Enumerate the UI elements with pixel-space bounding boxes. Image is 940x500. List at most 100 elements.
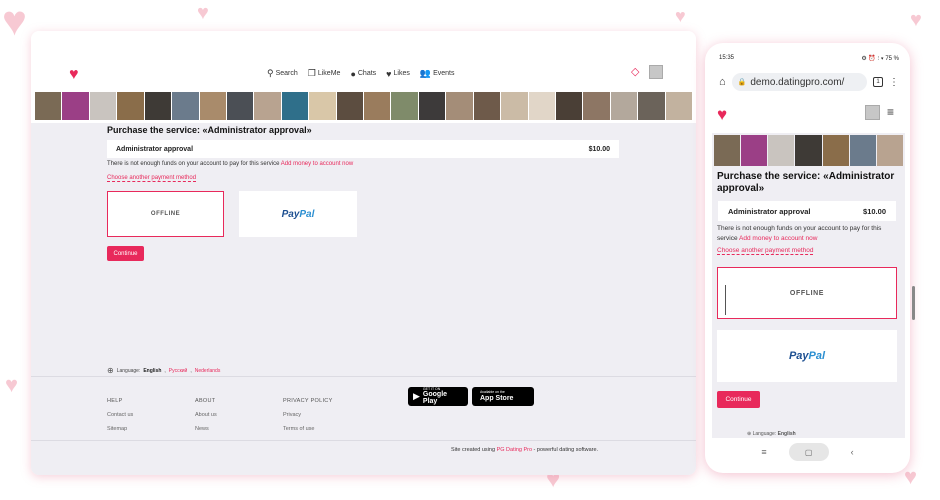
member-photo[interactable] bbox=[281, 92, 309, 120]
footer-link[interactable]: Terms of use bbox=[283, 422, 333, 436]
hamburger-menu-icon[interactable]: ≡ bbox=[887, 105, 894, 119]
member-photo[interactable] bbox=[849, 135, 876, 166]
member-photo[interactable] bbox=[473, 92, 501, 120]
member-photo[interactable] bbox=[418, 92, 446, 120]
member-photo[interactable] bbox=[226, 92, 254, 120]
member-photo[interactable] bbox=[768, 135, 795, 166]
member-photo[interactable] bbox=[638, 92, 665, 120]
member-photo[interactable] bbox=[822, 135, 849, 166]
member-photo[interactable] bbox=[35, 92, 62, 120]
status-time: 15:35 bbox=[719, 55, 735, 61]
member-photo[interactable] bbox=[391, 92, 418, 120]
member-photo[interactable] bbox=[665, 92, 693, 120]
credit-link[interactable]: PG Dating Pro bbox=[497, 447, 532, 453]
avatar[interactable] bbox=[865, 105, 880, 120]
language-selector: ⊕ Language: English, Русский, Nederlands bbox=[107, 366, 220, 375]
member-photo[interactable] bbox=[336, 92, 364, 120]
member-photo[interactable] bbox=[144, 92, 172, 120]
member-photo[interactable] bbox=[62, 92, 89, 120]
member-photo[interactable] bbox=[556, 92, 583, 120]
member-photo-strip bbox=[35, 92, 693, 120]
choose-payment-method-link[interactable]: Choose another payment method bbox=[107, 175, 197, 182]
language-option[interactable]: Русский bbox=[169, 368, 188, 374]
member-photo[interactable] bbox=[876, 135, 903, 166]
footer-heading: PRIVACY POLICY bbox=[283, 398, 333, 404]
purchase-page-mobile: Purchase the service: «Administrator app… bbox=[712, 133, 905, 438]
member-photo[interactable] bbox=[172, 92, 199, 120]
member-photo[interactable] bbox=[446, 92, 473, 120]
url-field[interactable]: 🔒 demo.datingpro.com/ bbox=[731, 73, 867, 91]
tabs-button[interactable]: 1 bbox=[873, 77, 883, 87]
paypal-payment-option[interactable]: PayPal bbox=[717, 330, 897, 382]
member-photo[interactable] bbox=[364, 92, 391, 120]
more-menu-icon[interactable]: ⋮ bbox=[889, 77, 899, 88]
offline-payment-option[interactable]: OFFLINE bbox=[107, 191, 224, 237]
footer-link[interactable]: About us bbox=[195, 408, 217, 422]
footer-link[interactable]: News bbox=[195, 422, 217, 436]
language-selector-cut: ⊕ Language: English bbox=[747, 431, 796, 437]
continue-button[interactable]: Continue bbox=[107, 246, 144, 261]
language-label: Language: bbox=[752, 431, 777, 437]
footer-link[interactable]: Sitemap bbox=[107, 422, 133, 436]
member-photo[interactable] bbox=[610, 92, 638, 120]
status-icons: ⚙ ⏰ ⫶ ▾ 75 % bbox=[861, 56, 899, 62]
language-separator: , bbox=[190, 367, 192, 374]
app-store-badge[interactable]: Available on the App Store bbox=[472, 387, 534, 406]
people-icon: 👥 bbox=[419, 68, 432, 78]
language-current: English bbox=[777, 431, 796, 437]
member-photo[interactable] bbox=[254, 92, 281, 120]
decorative-heart-icon: ♥ bbox=[197, 2, 209, 24]
status-bar: 15:35 ⚙ ⏰ ⫶ ▾ 75 % bbox=[719, 55, 899, 63]
footer-heading: ABOUT bbox=[195, 398, 216, 404]
recents-icon[interactable]: ≡ bbox=[761, 447, 766, 457]
site-credit: Site created using PG Dating Pro - power… bbox=[451, 447, 598, 453]
member-photo[interactable] bbox=[117, 92, 144, 120]
back-icon[interactable]: ‹ bbox=[851, 447, 854, 457]
browser-bar: ⌂ 🔒 demo.datingpro.com/ 1 ⋮ bbox=[719, 73, 899, 91]
nav-likeme[interactable]: ❐ LikeMe bbox=[308, 68, 341, 79]
chat-icon: ● bbox=[350, 68, 356, 79]
member-photo[interactable] bbox=[89, 92, 117, 120]
avatar[interactable] bbox=[649, 65, 663, 79]
member-photo[interactable] bbox=[309, 92, 336, 120]
nav-search[interactable]: ⚲ Search bbox=[267, 68, 298, 79]
member-photo[interactable] bbox=[583, 92, 610, 120]
footer-heading: HELP bbox=[107, 398, 123, 404]
home-button-icon[interactable]: ▢ bbox=[788, 443, 829, 461]
member-photo[interactable] bbox=[501, 92, 528, 120]
paypal-payment-option[interactable]: PayPal bbox=[239, 191, 357, 237]
nav-events[interactable]: 👥 Events bbox=[420, 68, 455, 79]
home-icon[interactable]: ⌂ bbox=[719, 76, 726, 88]
footer-link[interactable]: Contact us bbox=[107, 408, 133, 422]
offline-payment-option[interactable]: OFFLINE bbox=[717, 267, 897, 319]
member-photo[interactable] bbox=[795, 135, 822, 166]
funds-message: There is not enough funds on your accoun… bbox=[717, 224, 901, 244]
logo-heart-icon[interactable]: ♥ bbox=[717, 105, 727, 125]
decorative-heart-icon: ♥ bbox=[675, 6, 686, 26]
add-money-link[interactable]: Add money to account now bbox=[739, 235, 817, 242]
google-play-badge[interactable]: ▶ GET IT ON Google Play bbox=[408, 387, 468, 406]
purchase-page: Purchase the service: «Administrator app… bbox=[31, 123, 696, 403]
continue-button[interactable]: Continue bbox=[717, 391, 760, 408]
member-photo[interactable] bbox=[714, 135, 741, 166]
logo-heart-icon[interactable]: ♥ bbox=[69, 66, 79, 84]
nav-label: Chats bbox=[357, 70, 377, 77]
funds-message-text: There is not enough funds on your accoun… bbox=[107, 161, 280, 167]
diamond-icon[interactable]: ◇ bbox=[631, 65, 639, 78]
service-summary: Administrator approval $10.00 bbox=[107, 140, 619, 158]
member-photo[interactable] bbox=[528, 92, 556, 120]
language-option[interactable]: Nederlands bbox=[195, 368, 221, 374]
paypal-logo: PayPal bbox=[789, 350, 825, 362]
lock-icon: 🔒 bbox=[737, 79, 747, 86]
add-money-link[interactable]: Add money to account now bbox=[281, 161, 353, 167]
footer-link[interactable]: Privacy bbox=[283, 408, 333, 422]
nav-likes[interactable]: ♥ Likes bbox=[386, 68, 410, 79]
member-photo[interactable] bbox=[741, 135, 768, 166]
member-photo[interactable] bbox=[199, 92, 226, 120]
credit-prefix: Site created using bbox=[451, 447, 496, 453]
desktop-window: ♥ ⚲ Search ❐ LikeMe ● Chats ♥ Likes 👥 Events … bbox=[31, 31, 696, 475]
choose-payment-method-link[interactable]: Choose another payment method bbox=[717, 247, 814, 255]
nav-chats[interactable]: ● Chats bbox=[350, 68, 376, 79]
google-play-icon: ▶ bbox=[413, 391, 420, 401]
nav-label: Search bbox=[275, 70, 298, 77]
